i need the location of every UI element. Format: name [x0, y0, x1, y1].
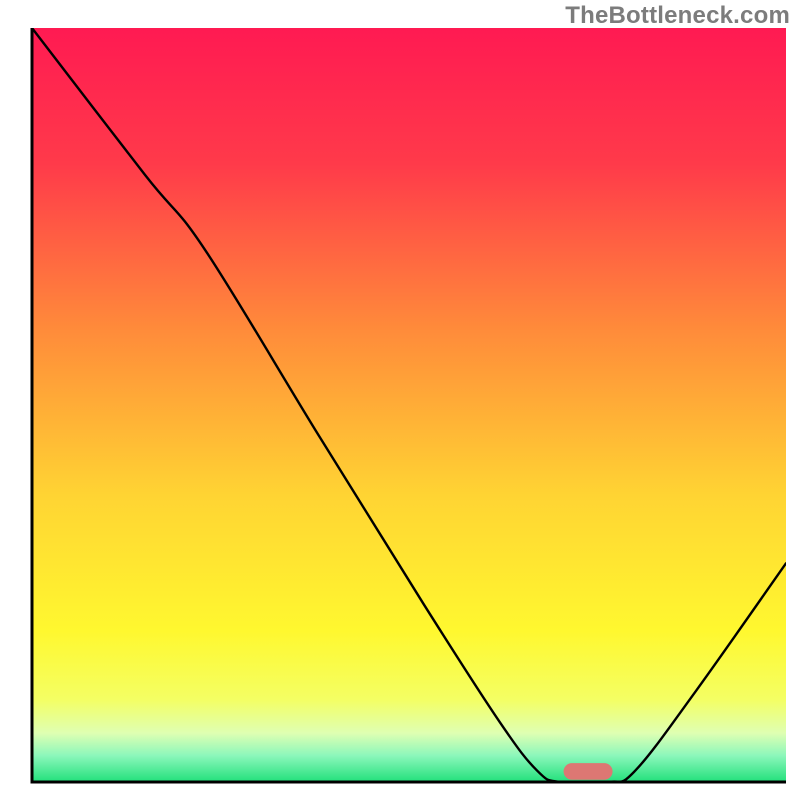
optimal-marker [564, 763, 613, 780]
chart-svg [0, 0, 800, 800]
plot-background [32, 28, 786, 782]
watermark-text: TheBottleneck.com [565, 2, 790, 30]
chart-canvas: TheBottleneck.com [0, 0, 800, 800]
